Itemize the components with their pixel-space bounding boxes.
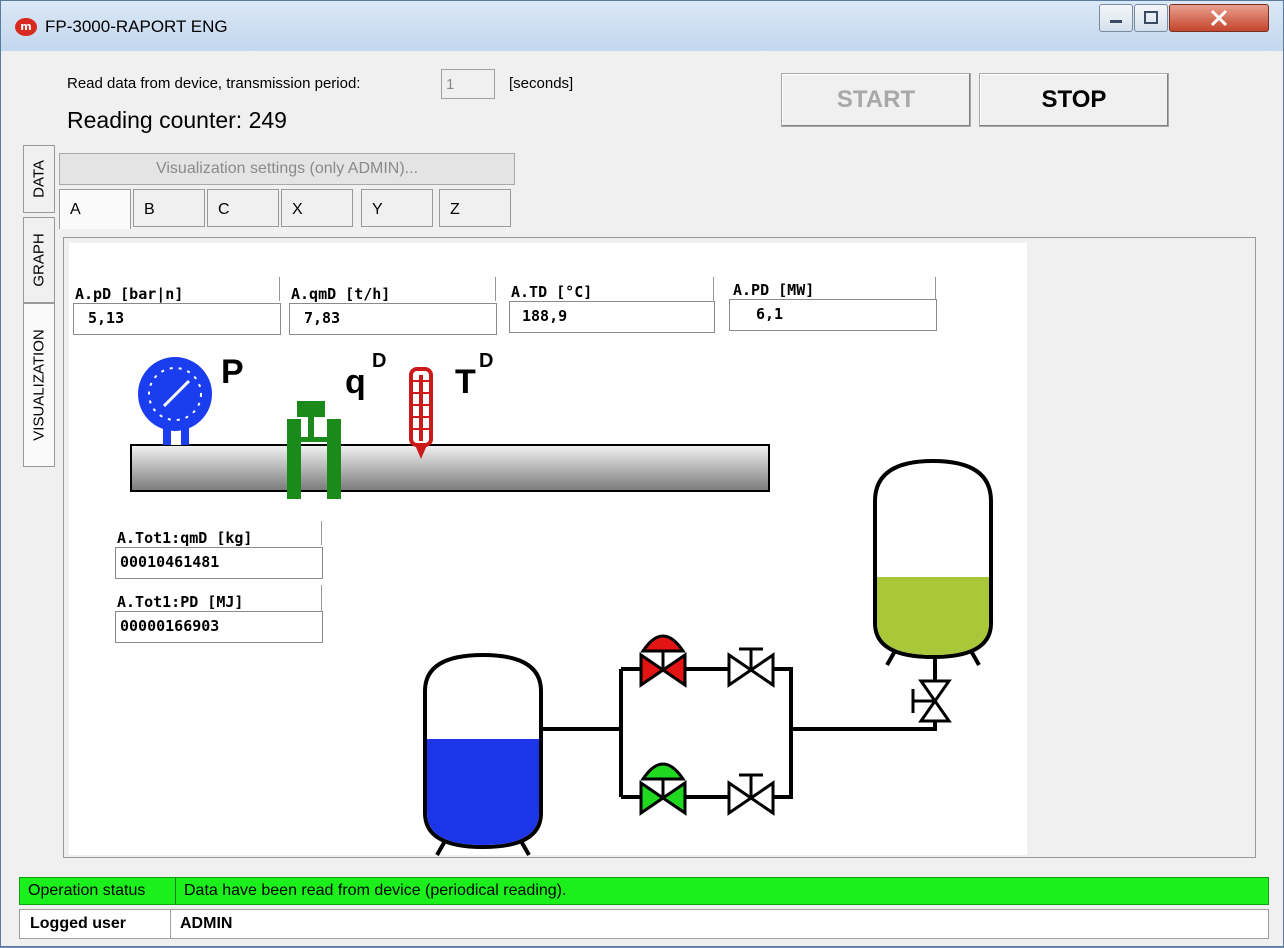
thermometer-icon	[409, 367, 433, 459]
main-pipe	[130, 444, 770, 492]
divider	[175, 878, 176, 904]
q-superscript: D	[372, 350, 386, 372]
right-tank-icon	[873, 458, 993, 666]
green-control-valve-icon	[639, 762, 687, 816]
logged-user-bar: Logged user ADMIN	[19, 909, 1269, 939]
p-symbol: P	[221, 353, 244, 391]
process-diagram: P q D T D	[130, 350, 993, 856]
operation-status-bar: Operation status Data have been read fro…	[19, 877, 1269, 905]
manual-valve-top-icon	[727, 647, 775, 688]
red-control-valve-icon	[639, 634, 687, 688]
left-tank-icon	[423, 652, 543, 856]
manual-valve-bottom-icon	[727, 773, 775, 816]
pressure-gauge-icon	[138, 357, 212, 445]
q-symbol: q	[345, 363, 366, 401]
operation-status-key: Operation status	[28, 882, 146, 899]
app-window: m FP-3000-RAPORT ENG Read data from devi…	[0, 0, 1284, 947]
divider	[170, 910, 171, 938]
t-symbol: T	[455, 363, 476, 401]
t-superscript: D	[479, 350, 493, 372]
logged-user-key: Logged user	[30, 915, 127, 932]
operation-status-value: Data have been read from device (periodi…	[184, 882, 567, 899]
manual-valve-vertical-icon	[911, 679, 952, 723]
logged-user-value: ADMIN	[180, 915, 233, 932]
